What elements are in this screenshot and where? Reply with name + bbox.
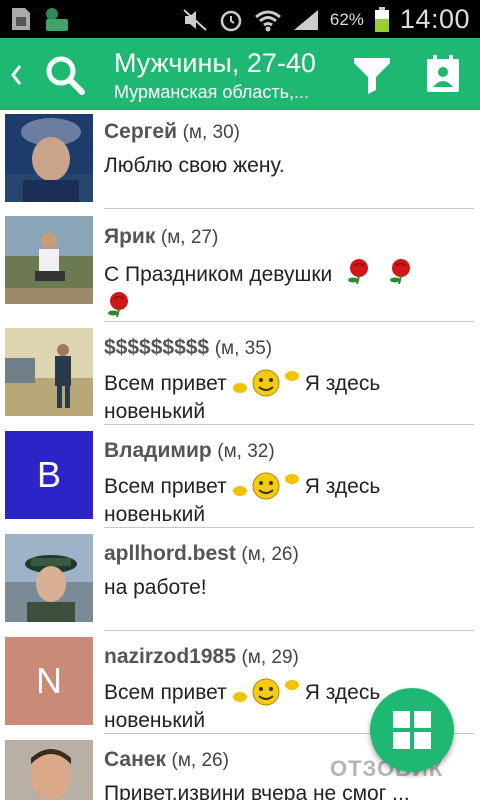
grid-icon bbox=[393, 711, 431, 749]
user-message: Люблю свою жену. bbox=[104, 154, 285, 177]
list-item[interactable]: $$$$$$$$$ (м, 35) Всем привет Я здесь нове… bbox=[0, 324, 480, 426]
avatar bbox=[5, 328, 93, 416]
divider bbox=[104, 527, 474, 528]
user-name: Ярик bbox=[104, 225, 156, 248]
user-message: Привет.извини вчера не смог ... bbox=[104, 782, 410, 800]
battery-percent: 62% bbox=[329, 9, 364, 29]
grid-menu-button[interactable] bbox=[370, 688, 454, 772]
message-text: Я здесь bbox=[304, 681, 381, 704]
user-meta: (м, 26) bbox=[241, 544, 299, 565]
app-header: Мужчины, 27-40 Мурманская область,... bbox=[0, 38, 480, 110]
message-text: С Праздником девушки bbox=[104, 263, 333, 286]
user-meta: (м, 27) bbox=[160, 227, 219, 248]
user-meta: (м, 30) bbox=[182, 122, 240, 143]
list-item[interactable]: В Владимир (м, 32) Всем привет Я здесь нов… bbox=[0, 427, 480, 529]
message-text: Всем привет bbox=[104, 475, 227, 498]
waving-smiley-emoji-icon bbox=[232, 369, 299, 397]
status-bar: 62% 14:00 bbox=[0, 0, 480, 38]
message-text: новенький bbox=[104, 709, 206, 732]
user-name: Владимир bbox=[104, 439, 212, 462]
user-message: на работе! bbox=[104, 576, 207, 599]
user-message: С Праздником девушки bbox=[104, 257, 474, 323]
search-icon[interactable] bbox=[44, 54, 86, 96]
avatar bbox=[5, 216, 93, 304]
back-chevron-icon[interactable] bbox=[8, 60, 24, 90]
user-name: nazirzod1985 bbox=[104, 645, 236, 668]
waving-smiley-emoji-icon bbox=[232, 678, 299, 706]
avatar: В bbox=[5, 431, 93, 519]
divider bbox=[104, 424, 474, 425]
divider bbox=[104, 630, 474, 631]
rose-emoji-icon bbox=[348, 259, 369, 285]
user-meta: (м, 32) bbox=[217, 441, 275, 462]
battery-icon bbox=[374, 6, 389, 32]
wifi-icon bbox=[254, 10, 281, 31]
rose-emoji-icon bbox=[390, 259, 411, 285]
list-item[interactable]: apllhord.best (м, 26) на работе! bbox=[0, 530, 480, 632]
user-name: apllhord.best bbox=[104, 542, 236, 565]
clock: 14:00 bbox=[399, 4, 470, 34]
page-title: Мужчины, 27-40 bbox=[114, 48, 316, 78]
divider bbox=[104, 208, 474, 209]
user-meta: (м, 26) bbox=[171, 750, 229, 771]
message-text: новенький bbox=[104, 503, 206, 526]
rose-emoji-icon bbox=[108, 292, 128, 318]
user-message: Всем привет Я здесь новенький bbox=[104, 368, 474, 425]
filter-icon[interactable] bbox=[352, 56, 392, 94]
user-message: Всем привет Я здесь новенький bbox=[104, 471, 474, 528]
alarm-icon bbox=[220, 10, 242, 31]
page-subtitle: Мурманская область,... bbox=[114, 82, 310, 102]
avatar bbox=[5, 534, 93, 622]
avatar bbox=[5, 114, 93, 202]
list-item[interactable]: Сергей (м, 30) Люблю свою жену. bbox=[0, 110, 480, 212]
avatar bbox=[5, 740, 93, 800]
user-name: $$$$$$$$$ bbox=[104, 336, 210, 359]
message-text: Всем привет bbox=[104, 681, 227, 704]
user-name: Санек bbox=[104, 748, 166, 771]
message-text: Я здесь bbox=[304, 475, 381, 498]
avatar-letter: В bbox=[5, 431, 93, 519]
avatar: N bbox=[5, 637, 93, 725]
user-name: Сергей bbox=[104, 120, 178, 143]
user-meta: (м, 35) bbox=[214, 338, 273, 359]
message-text: новенький bbox=[104, 400, 206, 423]
waving-smiley-emoji-icon bbox=[232, 472, 299, 500]
avatar-letter: N bbox=[5, 637, 93, 725]
list-item[interactable]: Ярик (м, 27) С Праздником девушки bbox=[0, 213, 480, 323]
message-text: Всем привет bbox=[104, 372, 227, 395]
contact-card-icon[interactable] bbox=[424, 54, 462, 94]
sim-icon bbox=[12, 8, 30, 30]
mute-icon bbox=[183, 8, 207, 31]
divider bbox=[104, 321, 474, 322]
cloud-app-icon bbox=[46, 8, 68, 31]
user-meta: (м, 29) bbox=[241, 647, 299, 668]
signal-icon bbox=[293, 9, 318, 30]
message-text: Я здесь bbox=[304, 372, 381, 395]
